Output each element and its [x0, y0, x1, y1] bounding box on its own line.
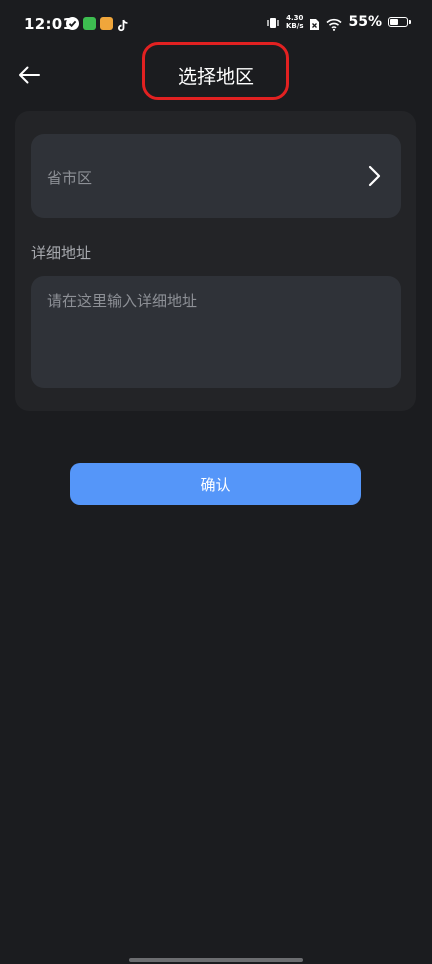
net-speed-value: 4.30 [286, 14, 304, 22]
wifi-icon [326, 16, 343, 31]
region-placeholder: 省市区 [47, 169, 93, 187]
battery-fill [390, 19, 399, 25]
check-circle-icon [66, 17, 79, 30]
detail-address-label: 详细地址 [31, 244, 92, 262]
system-icons: 4.30 KB/s 55% [266, 14, 411, 31]
net-speed-unit: KB/s [286, 22, 304, 30]
chevron-right-icon [368, 165, 381, 187]
confirm-button[interactable]: 确认 [70, 463, 361, 505]
weibo-icon [100, 17, 113, 30]
wechat-icon [83, 17, 96, 30]
detail-address-input[interactable] [31, 276, 401, 388]
notification-icons [66, 17, 129, 32]
tiktok-icon [117, 17, 129, 32]
title-highlight-annotation [142, 42, 289, 100]
region-selector[interactable]: 省市区 [31, 134, 401, 218]
battery-icon [388, 17, 411, 27]
battery-percent: 55% [348, 14, 382, 30]
net-speed: 4.30 KB/s [286, 14, 303, 30]
vibrate-icon [266, 15, 280, 29]
no-sim-icon [309, 16, 320, 30]
home-indicator[interactable] [129, 958, 303, 962]
address-card: 省市区 详细地址 [15, 111, 416, 411]
